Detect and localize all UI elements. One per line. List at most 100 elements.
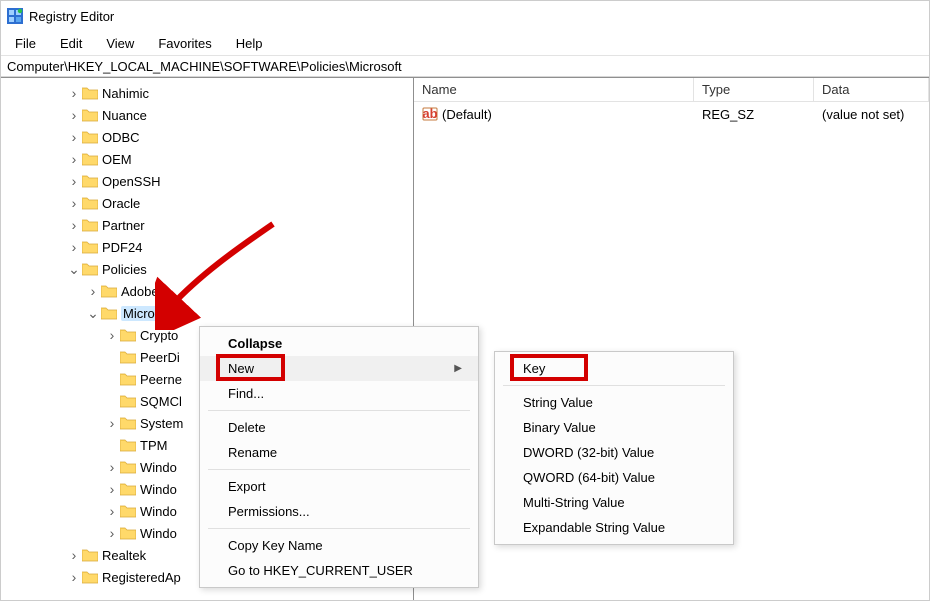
chevron-down-icon[interactable]: ⌄: [66, 264, 82, 274]
ctx-item-go-to-hkey-current-user[interactable]: Go to HKEY_CURRENT_USER: [200, 558, 478, 583]
ctx-item-copy-key-name[interactable]: Copy Key Name: [200, 533, 478, 558]
tree-node-label: Windo: [140, 526, 177, 541]
chevron-right-icon[interactable]: ›: [66, 218, 82, 232]
tree-node[interactable]: ›Adobe: [1, 280, 413, 302]
menu-help[interactable]: Help: [226, 34, 273, 53]
tree-node[interactable]: ›OEM: [1, 148, 413, 170]
menu-item-label: Go to HKEY_CURRENT_USER: [228, 563, 413, 578]
submenu-item-expandable-string-value[interactable]: Expandable String Value: [495, 515, 733, 540]
folder-icon: [120, 372, 136, 386]
tree-node-label: PeerDi: [140, 350, 180, 365]
chevron-right-icon[interactable]: ›: [66, 130, 82, 144]
ctx-separator: [208, 528, 470, 529]
tree-node-label: Oracle: [102, 196, 140, 211]
folder-icon: [120, 350, 136, 364]
column-header-type[interactable]: Type: [694, 78, 814, 101]
tree-node-label: Nuance: [102, 108, 147, 123]
svg-text:ab: ab: [422, 106, 437, 121]
values-rows: ab(Default)REG_SZ(value not set): [414, 102, 929, 126]
folder-icon: [82, 196, 98, 210]
value-name-cell: ab(Default): [414, 102, 694, 126]
menu-item-label: Export: [228, 479, 266, 494]
titlebar: Registry Editor: [1, 1, 929, 31]
menu-item-label: Find...: [228, 386, 264, 401]
ctx-separator: [208, 410, 470, 411]
column-header-name[interactable]: Name: [414, 78, 694, 101]
folder-icon: [82, 570, 98, 584]
chevron-right-icon[interactable]: ›: [104, 526, 120, 540]
submenu-item-qword-64-bit-value[interactable]: QWORD (64-bit) Value: [495, 465, 733, 490]
app-title: Registry Editor: [29, 9, 923, 24]
chevron-right-icon[interactable]: ›: [66, 196, 82, 210]
folder-icon: [82, 86, 98, 100]
menu-item-label: Key: [523, 361, 545, 376]
tree-node-label: Peerne: [140, 372, 182, 387]
chevron-right-icon[interactable]: ›: [104, 482, 120, 496]
submenu-item-dword-32-bit-value[interactable]: DWORD (32-bit) Value: [495, 440, 733, 465]
chevron-right-icon[interactable]: ›: [85, 284, 101, 298]
chevron-right-icon[interactable]: ›: [66, 240, 82, 254]
chevron-down-icon[interactable]: ⌄: [85, 308, 101, 318]
tree-node-label: PDF24: [102, 240, 142, 255]
folder-icon: [120, 504, 136, 518]
folder-icon: [120, 526, 136, 540]
value-row[interactable]: ab(Default)REG_SZ(value not set): [414, 102, 929, 126]
folder-icon: [120, 394, 136, 408]
ctx-item-rename[interactable]: Rename: [200, 440, 478, 465]
chevron-right-icon[interactable]: ›: [104, 504, 120, 518]
tree-node[interactable]: ⌄Policies: [1, 258, 413, 280]
chevron-right-icon[interactable]: ›: [66, 108, 82, 122]
submenu-item-string-value[interactable]: String Value: [495, 390, 733, 415]
chevron-right-icon[interactable]: ›: [104, 416, 120, 430]
folder-icon: [120, 416, 136, 430]
menu-item-label: Rename: [228, 445, 277, 460]
column-header-data[interactable]: Data: [814, 78, 929, 101]
chevron-right-icon[interactable]: ›: [66, 548, 82, 562]
tree-node-label: Realtek: [102, 548, 146, 563]
menu-edit[interactable]: Edit: [50, 34, 92, 53]
chevron-right-icon[interactable]: ›: [66, 152, 82, 166]
tree-node[interactable]: › Oracle: [1, 192, 413, 214]
chevron-right-icon[interactable]: ›: [66, 174, 82, 188]
value-type-cell: REG_SZ: [694, 103, 814, 126]
folder-icon: [82, 174, 98, 188]
address-bar[interactable]: Computer\HKEY_LOCAL_MACHINE\SOFTWARE\Pol…: [1, 55, 929, 77]
menu-item-label: QWORD (64-bit) Value: [523, 470, 655, 485]
context-menu[interactable]: Collapse New▶ Find... Delete Rename Export Per…: [199, 326, 479, 588]
menu-item-label: String Value: [523, 395, 593, 410]
tree-node[interactable]: › Nuance: [1, 104, 413, 126]
tree-node[interactable]: ›OpenSSH: [1, 170, 413, 192]
chevron-right-icon[interactable]: ›: [104, 328, 120, 342]
folder-icon: [120, 482, 136, 496]
submenu-separator: [503, 385, 725, 386]
ctx-item-permissions[interactable]: Permissions...: [200, 499, 478, 524]
ctx-item-delete[interactable]: Delete: [200, 415, 478, 440]
chevron-right-icon[interactable]: ›: [66, 570, 82, 584]
submenu-item-binary-value[interactable]: Binary Value: [495, 415, 733, 440]
tree-node[interactable]: ›Partner: [1, 214, 413, 236]
menu-view[interactable]: View: [96, 34, 144, 53]
folder-icon: [82, 262, 98, 276]
regedit-icon: [7, 8, 23, 24]
tree-node[interactable]: ›ODBC: [1, 126, 413, 148]
context-submenu-new[interactable]: Key String Value Binary ValueDWORD (32-bit…: [494, 351, 734, 545]
tree-node-label: Windo: [140, 504, 177, 519]
submenu-item-multi-string-value[interactable]: Multi-String Value: [495, 490, 733, 515]
menu-item-label: Collapse: [228, 336, 282, 351]
folder-icon: [82, 240, 98, 254]
submenu-item-key[interactable]: Key: [495, 356, 733, 381]
tree-node[interactable]: ›Nahimic: [1, 82, 413, 104]
tree-node[interactable]: ⌄Microsoft: [1, 302, 413, 324]
ctx-item-find[interactable]: Find...: [200, 381, 478, 406]
chevron-right-icon[interactable]: ›: [104, 460, 120, 474]
menu-favorites[interactable]: Favorites: [148, 34, 221, 53]
chevron-right-icon[interactable]: ›: [66, 86, 82, 100]
menu-file[interactable]: File: [5, 34, 46, 53]
ctx-item-new[interactable]: New▶: [200, 356, 478, 381]
folder-icon: [120, 328, 136, 342]
menu-item-label: Multi-String Value: [523, 495, 625, 510]
tree-node[interactable]: › PDF24: [1, 236, 413, 258]
menu-item-label: New: [228, 361, 254, 376]
ctx-item-export[interactable]: Export: [200, 474, 478, 499]
ctx-item-collapse[interactable]: Collapse: [200, 331, 478, 356]
